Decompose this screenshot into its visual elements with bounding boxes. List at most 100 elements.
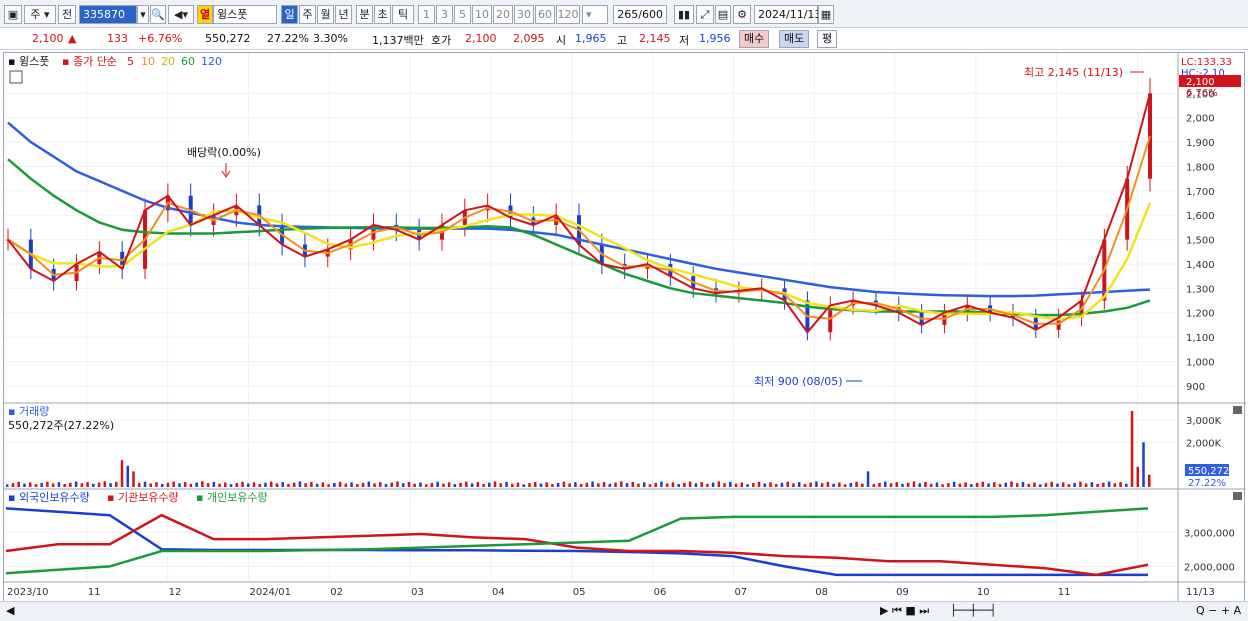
volume-bar xyxy=(1073,482,1076,487)
foreign-holdings-label[interactable]: ▪ 외국인보유수량 xyxy=(8,491,90,504)
stock-code-input[interactable]: 335870 xyxy=(79,5,137,24)
volume-bar xyxy=(482,483,485,487)
sell-button[interactable]: 매도 xyxy=(779,30,810,48)
tick-3-button[interactable]: 3 xyxy=(436,5,453,24)
volume-bar xyxy=(344,483,348,487)
stock-name-field: 윙스풋 xyxy=(213,5,277,24)
volume-bar xyxy=(390,482,393,487)
volume-bar xyxy=(511,483,514,487)
x-tick-label: 2024/01 xyxy=(249,587,291,598)
volume-bar xyxy=(1084,483,1088,487)
candle-tool-icon[interactable]: ▮▮ xyxy=(674,5,694,24)
buy-button[interactable]: 매수 xyxy=(739,30,770,48)
volume-bar xyxy=(493,481,497,487)
volume-bar xyxy=(694,483,698,487)
count-value: 265 xyxy=(617,8,639,21)
period-week-button[interactable]: 주 xyxy=(299,5,316,24)
volume-bar xyxy=(430,483,434,487)
volume-bar xyxy=(103,481,107,487)
volume-bar xyxy=(252,482,256,487)
volume-tick-label: 3,000K xyxy=(1186,416,1222,427)
calendar-icon[interactable]: ▦ xyxy=(818,5,834,24)
volume-bar xyxy=(1016,483,1019,487)
tick-5-button[interactable]: 5 xyxy=(454,5,471,24)
period-second-button[interactable]: 초 xyxy=(374,5,391,24)
volume-bar xyxy=(809,482,812,487)
volume-bar xyxy=(74,481,78,487)
high-label: 고 xyxy=(617,34,628,47)
eval-button[interactable]: 평 xyxy=(817,30,838,48)
period-select[interactable]: 주 ▾ xyxy=(24,5,56,24)
date-input[interactable]: 2024/11/13 xyxy=(754,5,821,24)
individual-holdings-label[interactable]: ▪ 개인보유수량 xyxy=(196,491,268,504)
tick-20-button[interactable]: 20 xyxy=(493,5,513,24)
period-month-button[interactable]: 월 xyxy=(317,5,334,24)
panel-close-icon[interactable] xyxy=(1233,492,1242,500)
period-year-button[interactable]: 년 xyxy=(335,5,352,24)
volume-bar xyxy=(734,483,738,487)
tick-10-button[interactable]: 10 xyxy=(472,5,492,24)
volume-bar xyxy=(298,481,302,487)
volume-bar xyxy=(407,481,411,487)
volume-tag-value: 550,272 xyxy=(1188,466,1229,477)
volume-bar xyxy=(476,482,480,487)
volume-bar xyxy=(981,481,985,487)
volume-bar xyxy=(137,482,141,487)
zoom-slider[interactable]: ├──┼──┤ xyxy=(950,604,996,617)
volume-bar xyxy=(545,482,548,487)
code-dropdown-icon[interactable]: ▾ xyxy=(137,5,149,24)
table-icon[interactable] xyxy=(9,70,23,84)
volume-bar xyxy=(63,483,66,487)
price-value: 2,100 xyxy=(32,32,64,45)
volume-bar xyxy=(367,481,371,487)
volume-bar xyxy=(379,482,382,487)
volume-bar xyxy=(419,482,422,487)
x-tick-label: 10 xyxy=(977,587,990,598)
price-tag-pct: 6.76% xyxy=(1186,88,1218,99)
prev-button[interactable]: 전 xyxy=(58,5,76,24)
y-tick-label: 1,700 xyxy=(1186,187,1215,198)
sound-icon[interactable]: ◀▾ xyxy=(168,5,194,24)
volume-bar xyxy=(889,483,893,487)
price-panel-title[interactable]: ▪ 윙스풋 xyxy=(8,55,49,68)
volume-bar xyxy=(671,482,675,487)
y-tick-label: 1,600 xyxy=(1186,211,1215,222)
play-icon[interactable]: ▶ ⏮ ■ ⏭ xyxy=(880,604,929,618)
volume-bar xyxy=(183,482,187,487)
institution-holdings-label[interactable]: ▪ 기관보유수량 xyxy=(107,491,179,504)
period-tick-button[interactable]: 틱 xyxy=(392,5,414,24)
volume-bar xyxy=(987,483,990,487)
panel-close-icon[interactable] xyxy=(1233,406,1242,414)
volume-bar xyxy=(861,483,864,487)
volume-panel-title[interactable]: ▪ 거래량 xyxy=(8,405,49,418)
volume-bar xyxy=(109,483,112,487)
chart-svg[interactable]: 900 1,000 1,100 1,200 1,300 1,400 1,500 1,600 1,… xyxy=(4,53,1246,603)
tick-60-button[interactable]: 60 xyxy=(535,5,555,24)
y-tick-label: 1,100 xyxy=(1186,333,1215,344)
gear-icon[interactable]: ⚙ xyxy=(733,5,751,24)
tick-120-button[interactable]: 120 xyxy=(556,5,580,24)
y-tick-label: 1,500 xyxy=(1186,236,1215,247)
zoom-controls-icon[interactable]: Q − + A xyxy=(1196,604,1241,617)
ma60-label: 60 xyxy=(181,55,195,68)
volume-tag-pct: 27.22% xyxy=(1188,478,1226,489)
period-day-button[interactable]: 일 xyxy=(281,5,298,24)
tick-1-button[interactable]: 1 xyxy=(418,5,435,24)
volume-bar xyxy=(838,482,841,487)
scroll-left-icon[interactable]: ◀ xyxy=(6,604,14,617)
tick-custom-select[interactable]: ▾ xyxy=(582,5,608,24)
count-field[interactable]: 265/600 xyxy=(613,5,667,24)
window-menu-icon[interactable]: ▣ xyxy=(4,5,22,24)
period-minute-button[interactable]: 분 xyxy=(356,5,373,24)
volume-bar xyxy=(660,481,663,487)
draw-tool-icon[interactable]: ⤢ xyxy=(696,5,714,24)
scroll-bar[interactable]: ◀ ▶ ⏮ ■ ⏭ ├──┼──┤ Q − + A xyxy=(0,601,1248,621)
y-tick-label: 1,300 xyxy=(1186,284,1215,295)
volume-bar xyxy=(465,481,468,487)
volume-bar xyxy=(585,482,589,487)
volume-bar xyxy=(229,484,233,487)
search-icon[interactable]: 🔍 xyxy=(150,5,166,24)
volume-bar xyxy=(820,483,824,487)
save-icon[interactable]: ▤ xyxy=(715,5,731,24)
tick-30-button[interactable]: 30 xyxy=(514,5,534,24)
